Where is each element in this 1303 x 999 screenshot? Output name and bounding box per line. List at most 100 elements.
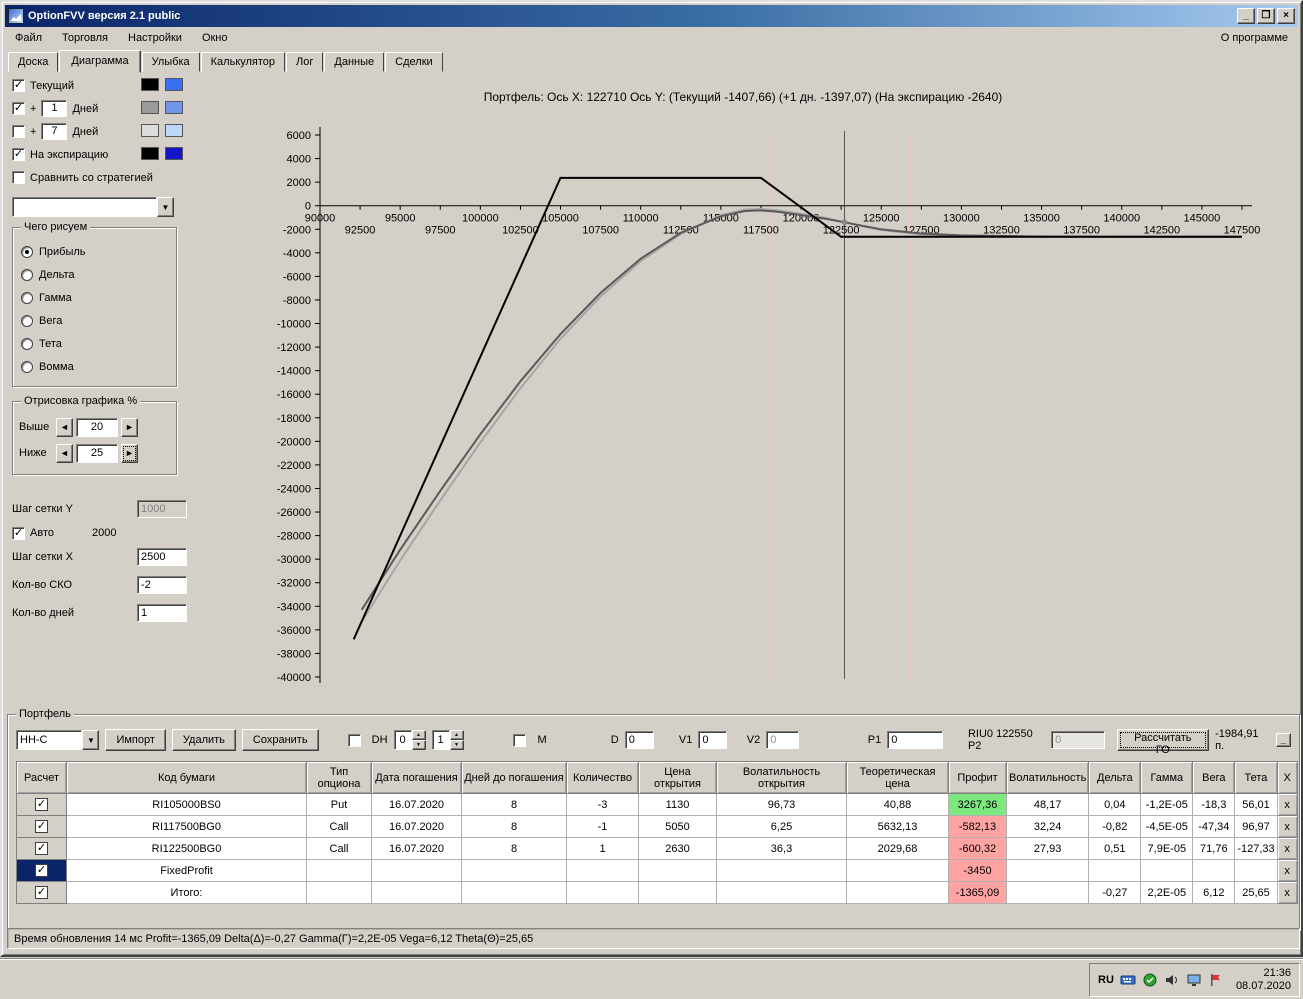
dh-spinner-2[interactable]: 1 ▲ ▼ [431, 730, 464, 750]
taskbar[interactable]: RU 21:36 08.07.2020 [0, 959, 1303, 999]
menu-item-Настройки[interactable]: Настройки [118, 29, 192, 47]
row-delete-button[interactable]: x [1276, 793, 1298, 816]
spin-down-icon[interactable]: ▼ [449, 740, 464, 750]
plus1-color2-swatch[interactable] [165, 101, 183, 114]
v2-field[interactable]: 0 [766, 731, 799, 749]
radio-Тета[interactable]: Тета [21, 332, 168, 355]
update-icon[interactable] [1142, 972, 1158, 988]
tab-Доска[interactable]: Доска [8, 52, 59, 72]
tab-Данные[interactable]: Данные [324, 52, 385, 72]
row-calc-cell[interactable]: ✓ [16, 793, 67, 816]
below-value-field[interactable]: 25 [76, 443, 118, 463]
column-header[interactable]: Тета [1234, 761, 1278, 794]
row-delete-button[interactable]: x [1276, 859, 1298, 882]
column-header[interactable]: Тип опциона [306, 761, 372, 794]
below-decrease-button[interactable]: ◄ [56, 443, 73, 463]
current-color2-swatch[interactable] [165, 78, 183, 91]
row-calc-cell[interactable]: ✓ [16, 859, 67, 882]
table-row[interactable]: ✓ RI122500BG0 Call 16.07.2020 8 1 2630 36,3 2029… [16, 837, 1298, 860]
column-header[interactable]: Дельта [1088, 761, 1142, 794]
row-calc-cell[interactable]: ✓ [16, 837, 67, 860]
display-icon[interactable] [1186, 972, 1202, 988]
tab-Сделки[interactable]: Сделки [385, 52, 443, 72]
column-header[interactable]: Вега [1192, 761, 1236, 794]
radio-Гамма[interactable]: Гамма [21, 286, 168, 309]
column-header[interactable]: Волатильность [1005, 761, 1090, 794]
row-calc-cell[interactable]: ✓ [16, 815, 67, 838]
dh-checkbox[interactable] [347, 733, 361, 747]
row-delete-button[interactable]: x [1276, 837, 1298, 860]
p2-field[interactable]: 0 [1051, 731, 1105, 749]
column-header[interactable]: Теоретическая цена [846, 761, 949, 794]
sko-field[interactable]: -2 [137, 576, 187, 594]
tab-Калькулятор[interactable]: Калькулятор [200, 52, 286, 72]
plus7-checkbox[interactable] [12, 125, 25, 138]
delete-button[interactable]: Удалить [171, 729, 236, 751]
plus1-color1-swatch[interactable] [141, 101, 159, 114]
toggle-plus1[interactable]: ✓ + 1 Дней [12, 97, 187, 120]
table-row[interactable]: ✓ FixedProfit -3450 x [16, 859, 1298, 882]
d-field[interactable]: 0 [624, 731, 654, 749]
expiration-color1-swatch[interactable] [141, 147, 159, 160]
compare-checkbox[interactable] [12, 171, 25, 184]
radio-Вомма[interactable]: Вомма [21, 355, 168, 378]
column-header[interactable]: Расчет [16, 761, 67, 794]
column-header[interactable]: Цена открытия [638, 761, 717, 794]
grid-y-field[interactable]: 1000 [137, 500, 187, 518]
row-calc-cell[interactable]: ✓ [16, 881, 67, 904]
clock[interactable]: 21:36 08.07.2020 [1230, 967, 1291, 993]
chevron-down-icon[interactable]: ▼ [157, 197, 174, 217]
column-header[interactable]: Дней до погашения [461, 761, 567, 794]
above-value-field[interactable]: 20 [76, 417, 118, 437]
table-row[interactable]: ✓ RI105000BS0 Put 16.07.2020 8 -3 1130 96,73 40,… [16, 793, 1298, 816]
column-header[interactable]: Дата погашения [371, 761, 462, 794]
menu-item-Файл[interactable]: Файл [5, 29, 52, 47]
plus7-color2-swatch[interactable] [165, 124, 183, 137]
save-button[interactable]: Сохранить [241, 729, 319, 751]
radio-Вега[interactable]: Вега [21, 309, 168, 332]
minimize-button[interactable]: _ [1237, 8, 1255, 24]
toggle-compare-strategy[interactable]: Сравнить со стратегией [12, 166, 187, 189]
column-header[interactable]: Профит [948, 761, 1007, 794]
payoff-chart[interactable]: 6000 4000 2000 0 -2000 -4000 -6000 -8000 -10000 -… [185, 72, 1301, 714]
radio-icon[interactable] [21, 360, 33, 373]
menu-item-Торговля[interactable]: Торговля [52, 29, 118, 47]
column-header[interactable]: Количество [566, 761, 639, 794]
radio-icon[interactable] [21, 337, 33, 350]
table-row[interactable]: ✓ RI117500BG0 Call 16.07.2020 8 -1 5050 6,25 563… [16, 815, 1298, 838]
portfolio-select[interactable]: НН-С ▼ [16, 730, 100, 750]
radio-Прибыль[interactable]: Прибыль [21, 240, 168, 263]
menu-item-Окно[interactable]: Окно [192, 29, 238, 47]
plus7-days-field[interactable]: 7 [41, 123, 68, 140]
above-increase-button[interactable]: ► [121, 417, 138, 437]
language-indicator[interactable]: RU [1098, 974, 1114, 986]
column-header[interactable]: X [1276, 761, 1298, 794]
plus1-days-field[interactable]: 1 [41, 100, 68, 117]
radio-icon[interactable] [21, 245, 33, 258]
dh-spinner-1[interactable]: 0 ▲ ▼ [393, 730, 426, 750]
days-count-field[interactable]: 1 [137, 604, 187, 622]
flag-icon[interactable] [1208, 972, 1224, 988]
maximize-button[interactable]: ❐ [1257, 8, 1275, 24]
toggle-current[interactable]: ✓ Текущий [12, 74, 187, 97]
radio-icon[interactable] [21, 314, 33, 327]
expiration-color2-swatch[interactable] [165, 147, 183, 160]
calculate-go-button[interactable]: Рассчитать ГО [1116, 729, 1210, 756]
grid-x-field[interactable]: 2500 [137, 548, 187, 566]
keyboard-icon[interactable] [1120, 972, 1136, 988]
spin-up-icon[interactable]: ▲ [449, 730, 464, 740]
spin-up-icon[interactable]: ▲ [411, 730, 426, 740]
below-increase-button[interactable]: ► [121, 443, 138, 463]
table-row[interactable]: ✓ Итого: -1365,09 -0,27 2,2E-05 6,12 25,65 x [16, 881, 1298, 904]
auto-checkbox[interactable]: ✓ [12, 526, 25, 540]
toggle-plus7[interactable]: + 7 Дней [12, 120, 187, 143]
tab-Лог[interactable]: Лог [286, 52, 324, 72]
column-header[interactable]: Код бумаги [66, 761, 307, 794]
menu-about[interactable]: О программе [1211, 29, 1298, 47]
collapse-portfolio-button[interactable]: _ [1275, 733, 1291, 747]
expiration-checkbox[interactable]: ✓ [12, 148, 25, 161]
volume-icon[interactable] [1164, 972, 1180, 988]
above-decrease-button[interactable]: ◄ [56, 417, 73, 437]
p1-field[interactable]: 0 [887, 731, 943, 749]
spin-down-icon[interactable]: ▼ [411, 740, 426, 750]
